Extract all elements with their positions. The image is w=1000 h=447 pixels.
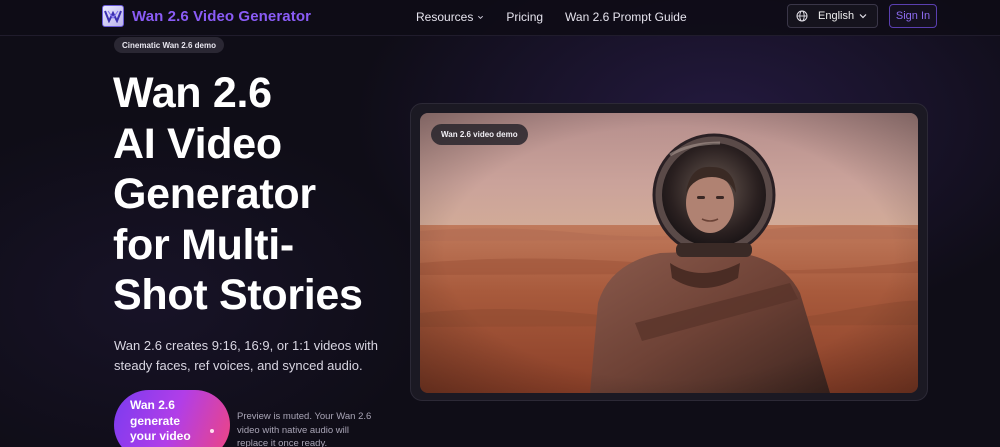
hero-title-line: AI Video: [113, 119, 282, 168]
language-label: English: [818, 10, 855, 22]
cta-label-line: Wan 2.6: [130, 398, 175, 412]
nav-prompt-guide-label: Wan 2.6 Prompt Guide: [565, 10, 687, 24]
generate-video-button[interactable]: Wan 2.6 generate your video: [114, 390, 230, 447]
site-header: Wan 2.6 Video Generator Resources Pricin…: [0, 0, 1000, 36]
globe-icon: [796, 10, 808, 22]
hero-description: Wan 2.6 creates 9:16, 16:9, or 1:1 video…: [114, 338, 378, 373]
brand-name: Wan 2.6 Video Generator: [132, 7, 312, 25]
logo-icon: [102, 5, 124, 27]
cta-dot: [210, 429, 214, 433]
nav-pricing-label: Pricing: [506, 10, 544, 24]
language-selector[interactable]: English: [787, 4, 878, 28]
nav-prompt-guide[interactable]: Wan 2.6 Prompt Guide: [565, 10, 687, 24]
hero-title-line: Generator: [113, 170, 316, 218]
preview-note: Preview is muted. Your Wan 2.6 video wit…: [237, 411, 372, 447]
sign-in-button[interactable]: Sign In: [889, 4, 937, 28]
main-nav: Resources Pricing Wan 2.6 Prompt Guide: [416, 10, 687, 24]
chevron-down-icon: [859, 14, 867, 19]
nav-resources-label: Resources: [416, 10, 474, 24]
video-player[interactable]: [420, 113, 918, 393]
hero-title-line: Wan 2.6: [113, 69, 272, 117]
hero-title-line: Shot Stories: [113, 271, 363, 319]
astronaut-video-still: [420, 113, 918, 393]
nav-resources[interactable]: Resources: [416, 10, 484, 24]
chevron-down-icon: [478, 15, 484, 19]
hero-badge: Cinematic Wan 2.6 demo: [114, 37, 224, 53]
brand[interactable]: Wan 2.6 Video Generator: [102, 5, 311, 27]
hero-title-line: for Multi-: [113, 220, 294, 269]
video-badge: Wan 2.6 video demo: [431, 124, 528, 145]
nav-pricing[interactable]: Pricing: [506, 10, 543, 24]
hero-title: Wan 2.6 AI Video Generator for Multi- Sh…: [113, 68, 403, 321]
cta-label-line: generate: [130, 413, 181, 428]
cta-label-line: your video: [130, 429, 191, 443]
